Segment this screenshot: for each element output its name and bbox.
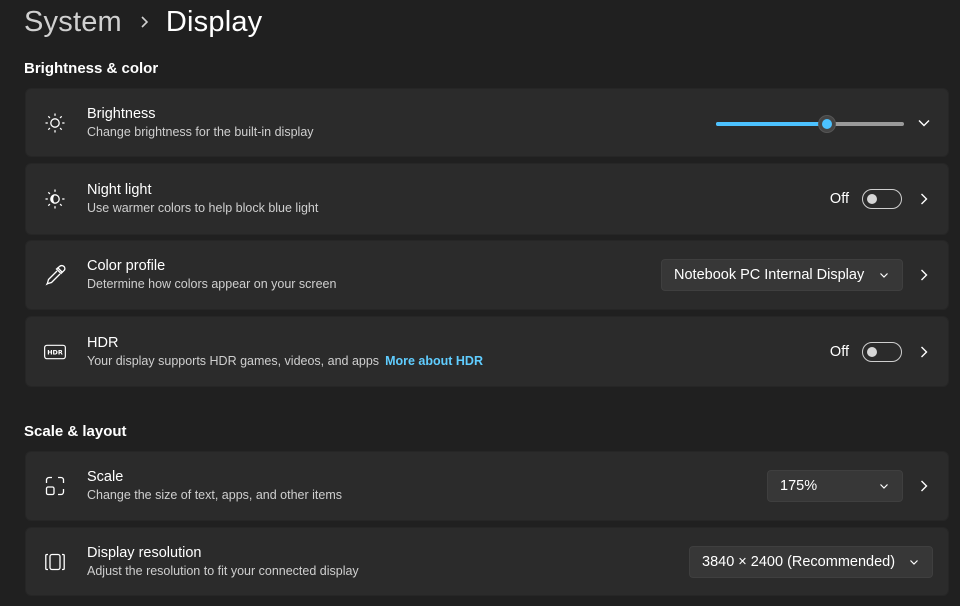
expand-chevron-down-icon[interactable] xyxy=(917,116,931,130)
toggle-knob xyxy=(867,346,877,357)
display-resolution-dropdown[interactable]: 3840 × 2400 (Recommended) xyxy=(689,545,933,578)
color-profile-text: Color profile Determine how colors appea… xyxy=(87,257,336,293)
night-light-toggle[interactable] xyxy=(862,189,902,209)
section-title-scale-layout: Scale & layout xyxy=(24,423,127,440)
eyedropper-icon xyxy=(44,264,66,286)
night-light-text: Night light Use warmer colors to help bl… xyxy=(87,181,318,217)
color-profile-title: Color profile xyxy=(87,258,166,274)
hdr-state-label: Off xyxy=(829,343,849,360)
brightness-text: Brightness Change brightness for the bui… xyxy=(87,105,314,141)
chevron-right-icon[interactable] xyxy=(917,192,931,206)
breadcrumb-system[interactable]: System xyxy=(24,6,122,39)
chevron-down-icon xyxy=(908,556,920,568)
brightness-title: Brightness xyxy=(87,105,156,122)
more-about-hdr-link[interactable]: More about HDR xyxy=(385,354,483,368)
chevron-down-icon xyxy=(878,269,890,281)
hdr-card[interactable]: HDR HDR Your display supports HDR games,… xyxy=(25,316,949,387)
display-settings-page: System Display Brightness & color Bright… xyxy=(0,0,960,606)
hdr-text: HDR Your display supports HDR games, vid… xyxy=(87,334,483,370)
breadcrumb: System Display xyxy=(24,2,262,42)
slider-thumb[interactable] xyxy=(817,115,836,133)
chevron-right-icon[interactable] xyxy=(917,479,931,493)
hdr-toggle-group: Off xyxy=(829,341,902,362)
display-resolution-title: Display resolution xyxy=(87,544,202,561)
display-resolution-description: Adjust the resolution to fit your connec… xyxy=(87,563,359,578)
brightness-slider[interactable] xyxy=(716,115,904,133)
chevron-right-icon[interactable] xyxy=(917,268,931,282)
color-profile-selected: Notebook PC Internal Display xyxy=(674,267,865,283)
brightness-card[interactable]: Brightness Change brightness for the bui… xyxy=(25,88,949,157)
hdr-description-line: Your display supports HDR games, videos,… xyxy=(87,353,483,370)
hdr-icon: HDR xyxy=(44,341,66,363)
color-profile-dropdown[interactable]: Notebook PC Internal Display xyxy=(661,259,903,291)
brightness-description: Change brightness for the built-in displ… xyxy=(87,124,314,139)
night-light-card[interactable]: Night light Use warmer colors to help bl… xyxy=(25,163,949,235)
scale-selected: 175% xyxy=(780,478,818,494)
display-resolution-selected: 3840 × 2400 (Recommended) xyxy=(702,553,896,570)
night-light-title: Night light xyxy=(87,182,152,198)
display-resolution-card[interactable]: Display resolution Adjust the resolution… xyxy=(25,527,949,596)
hdr-icon-text: HDR xyxy=(47,348,63,356)
chevron-right-icon[interactable] xyxy=(917,345,931,359)
hdr-toggle[interactable] xyxy=(862,341,902,362)
display-resolution-text: Display resolution Adjust the resolution… xyxy=(87,544,359,580)
night-light-icon xyxy=(44,188,66,210)
color-profile-description: Determine how colors appear on your scre… xyxy=(87,277,337,291)
hdr-description: Your display supports HDR games, videos,… xyxy=(87,353,380,368)
scale-dropdown[interactable]: 175% xyxy=(767,470,903,502)
scale-description: Change the size of text, apps, and other… xyxy=(87,488,343,502)
color-profile-card[interactable]: Color profile Determine how colors appea… xyxy=(25,240,949,310)
chevron-down-icon xyxy=(878,480,890,492)
scale-text: Scale Change the size of text, apps, and… xyxy=(87,468,342,504)
scale-icon xyxy=(44,475,66,497)
breadcrumb-chevron-icon xyxy=(122,16,166,28)
slider-fill xyxy=(716,122,827,126)
night-light-toggle-group: Off xyxy=(830,189,902,209)
toggle-knob xyxy=(867,194,877,204)
hdr-title: HDR xyxy=(87,334,119,351)
night-light-description: Use warmer colors to help block blue lig… xyxy=(87,201,319,215)
section-title-brightness-color: Brightness & color xyxy=(24,60,159,77)
scale-title: Scale xyxy=(87,469,124,485)
resolution-icon xyxy=(44,551,66,573)
scale-card[interactable]: Scale Change the size of text, apps, and… xyxy=(25,451,949,521)
page-title: Display xyxy=(165,5,263,38)
night-light-state-label: Off xyxy=(829,191,849,207)
sun-icon xyxy=(44,112,66,134)
